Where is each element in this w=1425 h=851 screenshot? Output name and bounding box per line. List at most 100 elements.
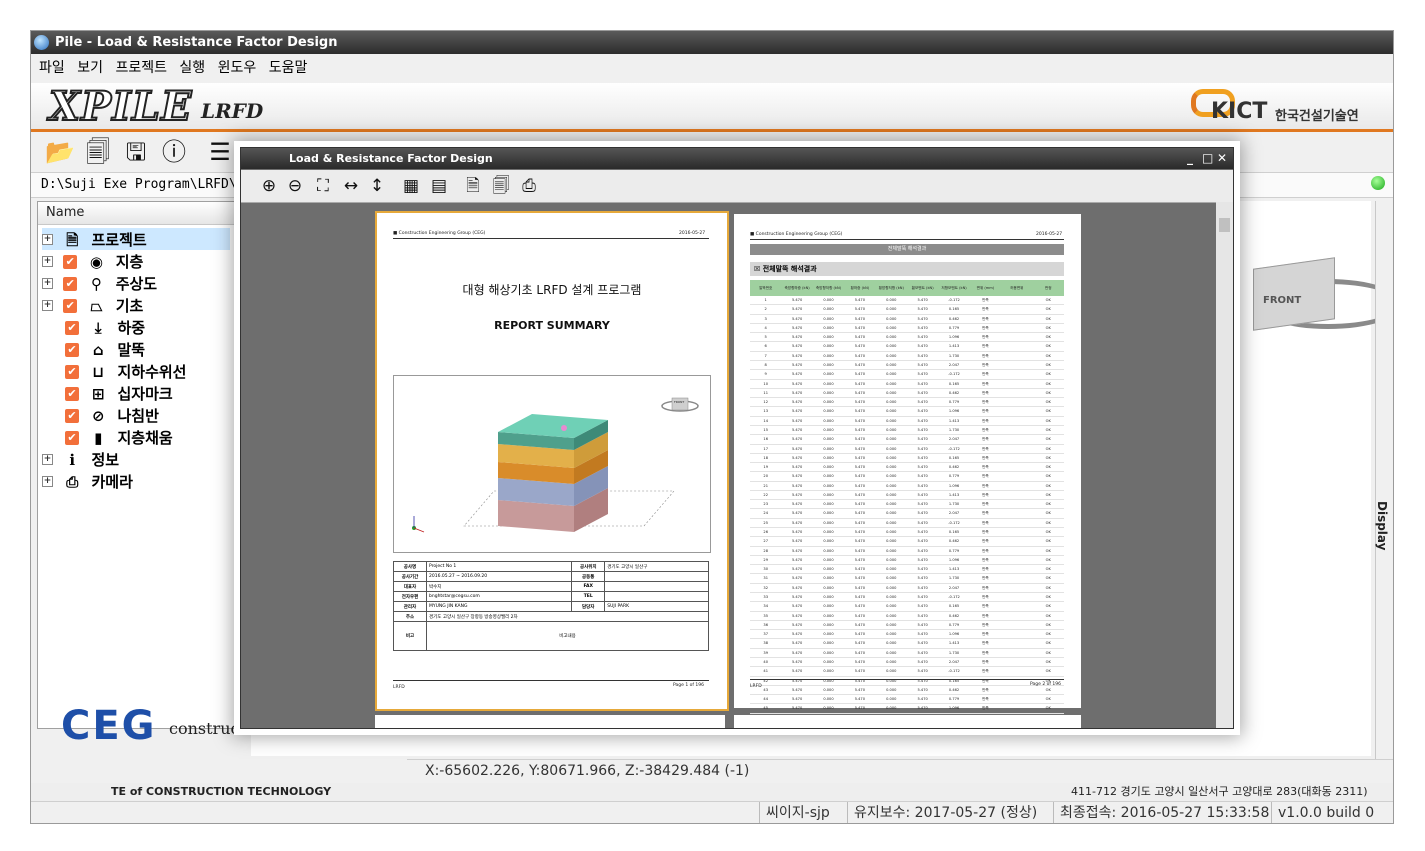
tree-item-camera[interactable]: + ⎙ 카메라 (42, 470, 133, 492)
menu-file[interactable]: 파일 (39, 55, 65, 81)
tree-item-pile[interactable]: ✔ ⌂ 말뚝 (60, 338, 145, 360)
checkbox-checked-icon[interactable]: ✔ (63, 276, 78, 291)
tree-item-groundwater[interactable]: ✔ ⊔ 지하수위선 (60, 360, 186, 382)
table-cell: 만족 (969, 527, 1002, 538)
open-folder-icon[interactable]: 📂 (45, 137, 75, 167)
report-title-bar[interactable]: Load & Resistance Factor Design _ □ ✕ (241, 148, 1233, 169)
info-icon[interactable]: ⓘ (159, 137, 189, 167)
menu-run[interactable]: 실행 (179, 55, 205, 81)
expand-icon[interactable]: + (42, 256, 53, 267)
tree-item-load[interactable]: ✔ ⤓ 하중 (60, 316, 145, 338)
xpile-logo: XPILE (48, 82, 193, 131)
table-header-cell: 말뚝번호 (750, 280, 782, 296)
checkbox-checked-icon[interactable]: ✔ (65, 430, 79, 445)
table-cell: OK (1032, 555, 1064, 566)
title-bar[interactable]: Pile - Load & Resistance Factor Design (31, 31, 1393, 54)
table-cell: 1.096 (938, 332, 970, 343)
table-cell: 5.470 (781, 388, 813, 399)
table-cell: 0.000 (812, 536, 845, 547)
table-row: 26 5.470 0.000 5.470 0.000 5.470 0.165 만족 OK (750, 527, 1064, 538)
table-cell (1001, 546, 1033, 556)
table-cell: 0.000 (812, 388, 845, 399)
save-all-icon[interactable]: 🗐 (83, 137, 113, 167)
report-scrollbar[interactable] (1216, 202, 1233, 728)
menu-window[interactable]: 윈도우 (218, 55, 257, 81)
status-maintenance: 유지보수: 2017-05-27 (정상) (847, 802, 1037, 823)
checkbox-checked-icon[interactable]: ✔ (63, 254, 78, 269)
table-cell (1001, 573, 1033, 584)
tree-item-borehole[interactable]: + ✔ ⚲ 주상도 (42, 272, 157, 294)
menu-view[interactable]: 보기 (77, 55, 103, 81)
table-cell: OK (1032, 360, 1064, 371)
scrollbar-thumb[interactable] (1219, 218, 1230, 232)
tree-item-crossmark[interactable]: ✔ ⊞ 십자마크 (60, 382, 173, 404)
print-icon[interactable]: ⎙ (517, 174, 541, 198)
close-button[interactable]: ✕ (1217, 148, 1227, 169)
table-cell (1001, 657, 1033, 668)
fit-width-icon[interactable]: ↔ (339, 174, 363, 198)
table-cell: 만족 (969, 304, 1002, 315)
table-cell: 0.000 (812, 666, 845, 677)
tree-item-project[interactable]: + 🗎 프로젝트 (42, 228, 230, 250)
checkbox-checked-icon[interactable]: ✔ (65, 364, 79, 379)
tree-item-info[interactable]: + ℹ 정보 (42, 448, 119, 470)
table-header-cell: 변위 (mm) (969, 280, 1002, 296)
export-settings-icon[interactable]: 🗐 (489, 174, 513, 198)
table-cell: 0.000 (875, 434, 907, 445)
expand-icon[interactable]: + (42, 234, 53, 245)
page-footer-left: LRFD (750, 684, 762, 689)
tree-item-strata-fill[interactable]: ✔ ▮ 지층채움 (60, 426, 173, 448)
expand-icon[interactable]: + (42, 454, 53, 465)
minimize-button[interactable]: _ (1187, 148, 1193, 169)
checkbox-checked-icon[interactable]: ✔ (65, 320, 79, 335)
thumbnails-icon[interactable]: ▦ (399, 174, 423, 198)
table-cell: 0.000 (875, 490, 907, 501)
table-cell: -0.172 (938, 666, 970, 677)
table-cell: 0.779 (938, 694, 970, 705)
export-pdf-icon[interactable]: 🗎 (461, 174, 485, 198)
maximize-button[interactable]: □ (1202, 148, 1213, 169)
table-cell: OK (1032, 425, 1064, 436)
table-cell: 1.096 (938, 406, 970, 417)
kict-subtext: 한국건설기술연 (1275, 109, 1359, 124)
table-cell: 5.470 (781, 592, 813, 603)
table-cell (1001, 685, 1033, 696)
menu-project[interactable]: 프로젝트 (115, 55, 167, 81)
table-cell: 5.470 (906, 564, 939, 575)
tree-item-strata[interactable]: + ✔ ◉ 지층 (42, 250, 143, 272)
display-panel-tab[interactable] (1375, 201, 1393, 761)
table-cell: OK (1032, 648, 1064, 658)
save-icon[interactable]: 🖫 (121, 137, 151, 167)
fit-page-icon[interactable]: ⛶ (311, 174, 335, 198)
view-cube-icon[interactable] (1253, 257, 1335, 331)
table-cell: 1.413 (938, 490, 970, 501)
status-version: v1.0.0 build 0 (1271, 802, 1374, 823)
checkbox-checked-icon[interactable]: ✔ (65, 408, 79, 423)
checkbox-checked-icon[interactable]: ✔ (65, 386, 79, 401)
pile-number-cell: 19 (750, 462, 782, 473)
layers-icon[interactable]: ☰ (205, 137, 235, 167)
tree-item-compass[interactable]: ✔ ⊘ 나침반 (60, 404, 159, 426)
table-cell: 5.470 (781, 703, 813, 714)
expand-icon[interactable]: + (42, 278, 53, 289)
single-page-icon[interactable]: ▤ (427, 174, 451, 198)
table-cell: 만족 (969, 657, 1002, 668)
pile-number-cell: 27 (750, 536, 782, 547)
checkbox-checked-icon[interactable]: ✔ (63, 298, 78, 313)
tree-item-foundation[interactable]: + ✔ ⏢ 기초 (42, 294, 143, 316)
fit-height-icon[interactable]: ↕ (365, 174, 389, 198)
pile-number-cell: 24 (750, 508, 782, 519)
expand-icon[interactable]: + (42, 300, 53, 311)
zoom-out-icon[interactable]: ⊖ (283, 174, 307, 198)
table-header-cell: 휨모멘트 (kN) (906, 280, 939, 296)
strata-icon: ◉ (89, 252, 104, 271)
checkbox-checked-icon[interactable]: ✔ (65, 342, 79, 357)
zoom-in-icon[interactable]: ⊕ (257, 174, 281, 198)
table-cell: 0.779 (938, 397, 970, 408)
table-cell: 5.470 (844, 314, 876, 324)
expand-icon[interactable]: + (42, 476, 53, 487)
pile-number-cell: 29 (750, 555, 782, 566)
menu-help[interactable]: 도움말 (269, 55, 308, 81)
table-cell: 5.470 (781, 620, 813, 631)
table-cell: 5.470 (781, 508, 813, 519)
